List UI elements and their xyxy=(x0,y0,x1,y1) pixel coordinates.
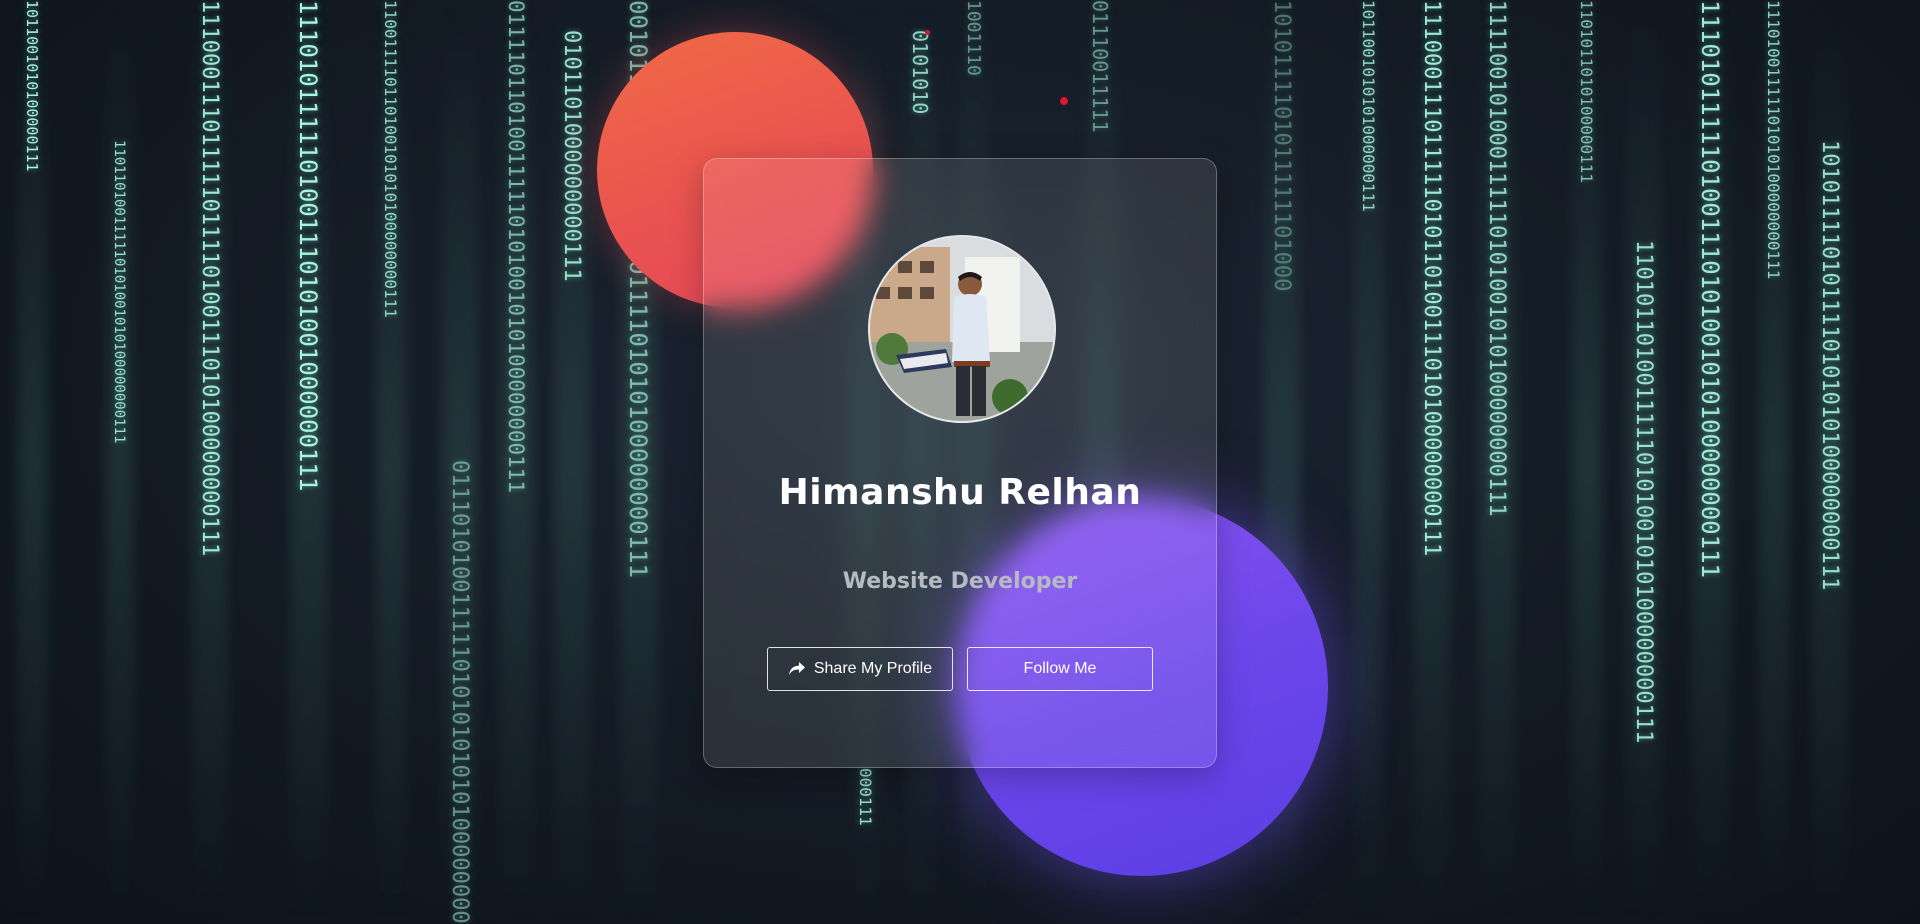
binary-column: 110110100111110101001010100000000111 xyxy=(111,140,127,444)
binary-column: 0101101000000000111 xyxy=(559,30,584,282)
binary-column: 011110110100111110101001010100000000111 xyxy=(504,0,528,494)
avatar xyxy=(868,235,1056,423)
follow-button[interactable]: Follow Me xyxy=(967,647,1153,691)
binary-column: 1101011010100000111 xyxy=(1577,0,1596,184)
binary-column: 1011001010101000000111 xyxy=(1359,0,1378,212)
binary-column: 01110011111 xyxy=(1088,0,1112,133)
share-arrow-icon xyxy=(788,661,806,677)
binary-column: 11010110100111110101001010100000000111 xyxy=(1631,240,1656,744)
binary-column: 1011001010100000111 xyxy=(23,0,41,172)
binary-column: 1110001110111110111101001110101000000001… xyxy=(197,0,222,557)
share-profile-label: Share My Profile xyxy=(813,660,933,677)
follow-label: Follow Me xyxy=(1023,660,1097,677)
profile-name: Himanshu Relhan xyxy=(778,472,1142,513)
background-stage: 1011001010100000111 110110100111110101001… xyxy=(0,0,1920,924)
red-speck xyxy=(1060,97,1068,105)
binary-column: 110011110110100101010100000000111 xyxy=(381,0,400,318)
binary-column: 1110101111101001110101001000000111 xyxy=(294,0,322,492)
binary-glow-band xyxy=(106,0,134,924)
profile-title: Website Developer xyxy=(842,569,1078,594)
red-speck xyxy=(925,30,930,35)
profile-card: Himanshu Relhan Website Developer Share … xyxy=(703,158,1217,768)
avatar-photo xyxy=(870,237,1054,421)
binary-column: 1110001110111110101101001110101000000001… xyxy=(1419,0,1444,557)
binary-column: 01110101001111101010101010100000000111 xyxy=(447,460,472,924)
binary-column: 0101010 xyxy=(908,30,932,115)
binary-column: 1001110 xyxy=(963,0,984,76)
binary-column: 111100101000111110101001010100000000111 xyxy=(1484,0,1509,517)
share-profile-button[interactable]: Share My Profile xyxy=(767,647,953,691)
binary-column: 1110101111101001110101001010100000000111 xyxy=(1696,0,1724,578)
binary-column: 000111 xyxy=(856,768,875,826)
binary-column: 11101001111101010100000000111 xyxy=(1764,0,1783,280)
binary-column: 1010111101011111101000 xyxy=(1269,0,1294,292)
binary-column: 1010111101011110101010100000000111 xyxy=(1817,140,1842,591)
